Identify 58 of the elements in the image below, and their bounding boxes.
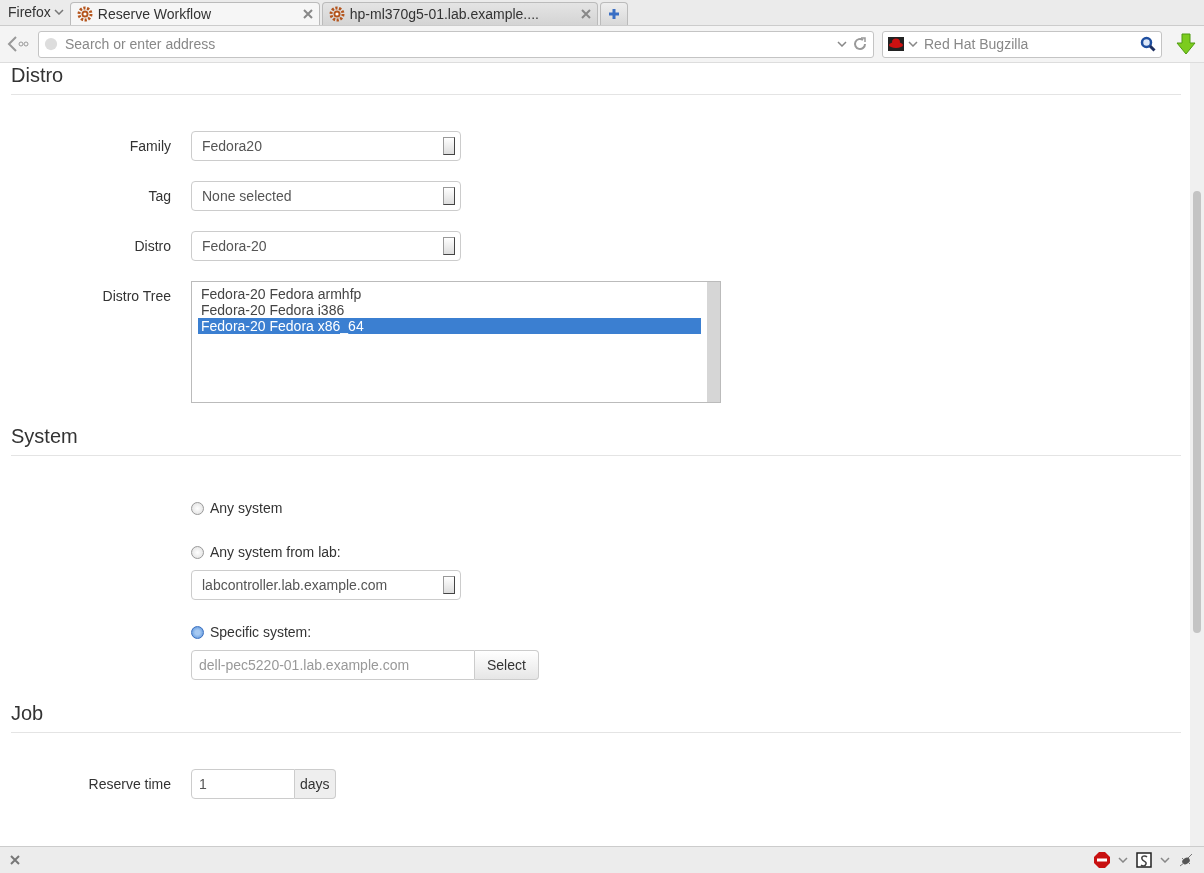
dropdown-icon[interactable] bbox=[1160, 857, 1170, 863]
search-bar[interactable]: Red Hat Bugzilla bbox=[882, 30, 1162, 58]
scrollbar[interactable] bbox=[707, 282, 720, 402]
field-label: Reserve time bbox=[87, 776, 171, 792]
list-option[interactable]: Fedora-20 Fedora i386 bbox=[198, 302, 701, 318]
dropdown[interactable]: Fedora20 bbox=[191, 131, 461, 161]
system-field[interactable]: dell-pec5220-01.lab.example.com bbox=[191, 650, 475, 680]
select-button[interactable]: Select bbox=[475, 650, 539, 680]
tab-title: Reserve Workflow bbox=[97, 6, 213, 22]
browser-tab[interactable]: Reserve Workflow bbox=[69, 2, 320, 25]
list-option[interactable]: Fedora-20 Fedora armhfp bbox=[198, 286, 701, 302]
back-icon[interactable] bbox=[6, 35, 30, 53]
hat-icon[interactable] bbox=[888, 37, 904, 51]
radio-label: Specific system: bbox=[210, 624, 312, 640]
new-tab-button[interactable] bbox=[599, 2, 628, 25]
radio-button[interactable] bbox=[191, 545, 204, 559]
radio-label: Any system from lab: bbox=[210, 544, 341, 560]
close-icon[interactable] bbox=[302, 9, 313, 19]
gear-icon bbox=[76, 6, 93, 22]
dropdown[interactable]: labcontroller.lab.example.com bbox=[191, 570, 461, 600]
reload-icon[interactable] bbox=[852, 36, 868, 52]
stop-sign-icon[interactable] bbox=[1094, 852, 1110, 868]
radio-button[interactable] bbox=[191, 501, 204, 515]
plus-icon bbox=[607, 8, 620, 20]
globe-icon bbox=[44, 37, 58, 51]
search-icon[interactable] bbox=[1140, 36, 1156, 52]
section-heading: System bbox=[11, 424, 79, 448]
list-box[interactable]: Fedora-20 Fedora armhfp Fedora-20 Fedora i386 Fedora-20 Fedora x86_64 bbox=[191, 281, 721, 403]
address-field[interactable]: Search or enter address bbox=[63, 35, 832, 53]
field-label: Distro bbox=[133, 238, 171, 254]
section-heading: Job bbox=[11, 701, 45, 725]
browser-tab[interactable]: hp-ml370g5-01.lab.example.... bbox=[321, 2, 598, 25]
search-field[interactable]: Red Hat Bugzilla bbox=[922, 35, 1136, 53]
section-heading: Distro bbox=[11, 63, 65, 87]
dropdown-icon[interactable] bbox=[837, 41, 847, 47]
field-label: Tag bbox=[147, 188, 171, 204]
caret-icon bbox=[53, 9, 64, 15]
square-icon[interactable] bbox=[1136, 852, 1152, 868]
gear-icon bbox=[328, 6, 345, 22]
download-arrow-icon[interactable] bbox=[1176, 33, 1196, 55]
unit-label: days bbox=[295, 769, 336, 799]
dropdown[interactable]: None selected bbox=[191, 181, 461, 211]
field-label: Distro Tree bbox=[101, 287, 171, 304]
dropdown-icon[interactable] bbox=[1118, 857, 1128, 863]
tab-title: hp-ml370g5-01.lab.example.... bbox=[349, 6, 540, 22]
dropdown-icon[interactable] bbox=[908, 41, 918, 47]
reserve-time-field[interactable]: 1 bbox=[191, 769, 295, 799]
close-icon[interactable] bbox=[10, 855, 20, 865]
list-option[interactable]: Fedora-20 Fedora x86_64 bbox=[198, 318, 701, 334]
address-bar[interactable]: Search or enter address bbox=[38, 30, 874, 58]
firefox-menu-button[interactable]: Firefox bbox=[4, 1, 68, 25]
dropdown[interactable]: Fedora-20 bbox=[191, 231, 461, 261]
bug-icon[interactable] bbox=[1178, 852, 1194, 868]
close-icon[interactable] bbox=[580, 9, 591, 19]
radio-button[interactable] bbox=[191, 625, 204, 639]
radio-label: Any system bbox=[210, 500, 283, 516]
field-label: Family bbox=[128, 138, 171, 154]
scrollbar[interactable] bbox=[1190, 63, 1204, 846]
